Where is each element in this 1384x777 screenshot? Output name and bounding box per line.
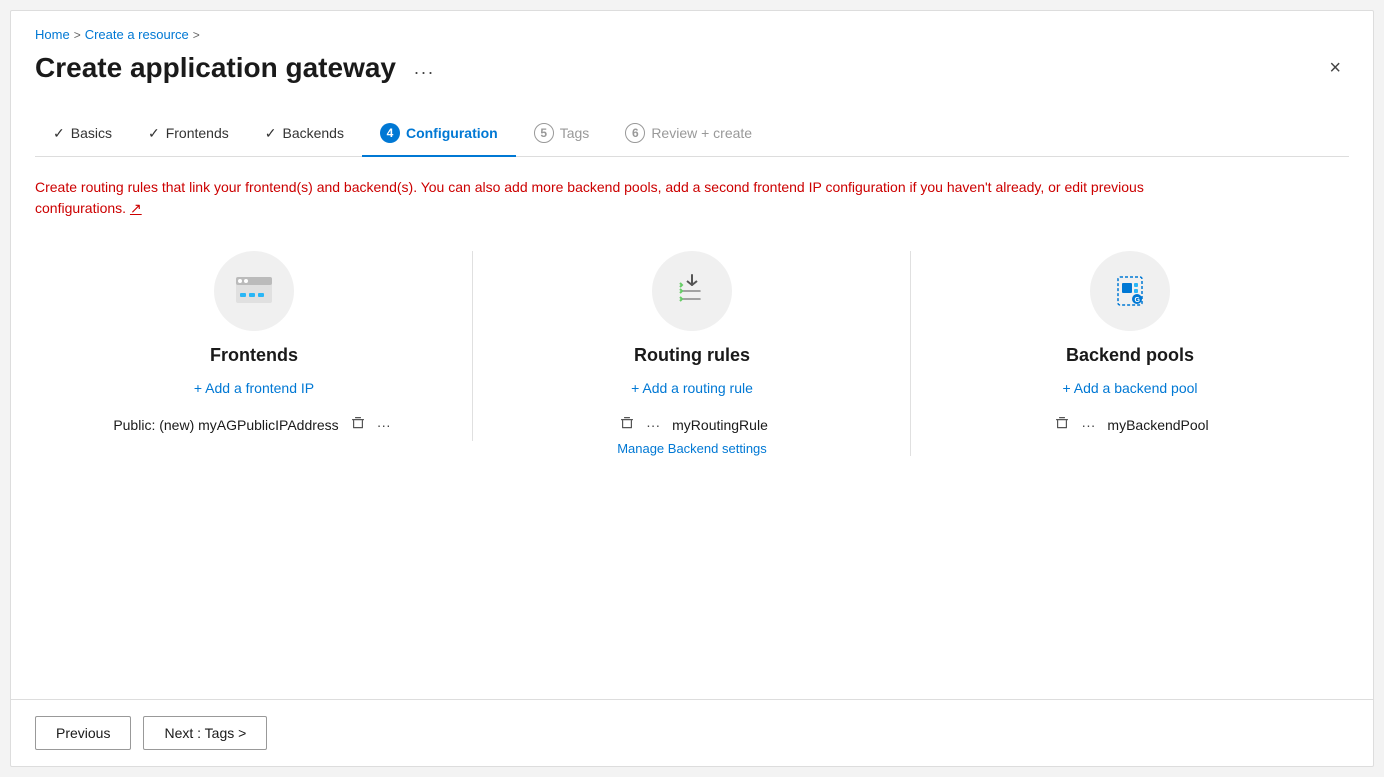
tab-configuration-label: Configuration: [406, 125, 498, 141]
backend-pools-icon-circle: G: [1090, 251, 1170, 331]
backend-pool-delete-button[interactable]: [1051, 414, 1073, 435]
panel-header: Home > Create a resource > Create applic…: [11, 11, 1373, 92]
breadcrumb-sep1: >: [74, 28, 81, 42]
routing-rules-column: Routing rules + Add a routing rule: [473, 251, 911, 456]
frontend-more-button[interactable]: ···: [373, 415, 395, 435]
tab-frontends-label: Frontends: [166, 125, 229, 141]
frontends-column: Frontends + Add a frontend IP Public: (n…: [35, 251, 473, 441]
tab-review-create-label: Review + create: [651, 125, 752, 141]
routing-rule-delete-button[interactable]: [616, 414, 638, 435]
close-button[interactable]: ×: [1321, 53, 1349, 84]
title-left: Create application gateway ...: [35, 52, 441, 84]
routing-rule-item-actions: ···: [616, 414, 664, 435]
frontends-icon-circle: [214, 251, 294, 331]
tab-backends[interactable]: ✓ Backends: [247, 115, 362, 156]
tab-tags-label: Tags: [560, 125, 590, 141]
routing-rule-item-label: myRoutingRule: [672, 417, 768, 433]
tab-tags-num: 5: [534, 123, 554, 143]
add-backend-pool-link[interactable]: + Add a backend pool: [1062, 380, 1197, 396]
tab-backends-label: Backends: [282, 125, 343, 141]
page-title: Create application gateway: [35, 52, 396, 84]
backend-pool-item-actions: ···: [1051, 414, 1099, 435]
routing-rule-item-row: ··· myRoutingRule: [493, 414, 891, 435]
routing-rule-more-button[interactable]: ···: [642, 415, 664, 435]
external-link[interactable]: ↗: [130, 200, 142, 216]
breadcrumb-create-resource[interactable]: Create a resource: [85, 27, 189, 42]
manage-backend-settings-link[interactable]: Manage Backend settings: [617, 441, 767, 456]
tab-frontends-check: ✓: [148, 125, 160, 142]
routing-rules-title: Routing rules: [634, 345, 750, 366]
frontend-item-actions: ···: [347, 414, 395, 435]
backend-pool-more-button[interactable]: ···: [1077, 415, 1099, 435]
breadcrumb: Home > Create a resource >: [35, 27, 1349, 42]
tab-backends-check: ✓: [265, 125, 277, 142]
tab-basics[interactable]: ✓ Basics: [35, 115, 130, 156]
frontends-title: Frontends: [210, 345, 298, 366]
backend-pools-title: Backend pools: [1066, 345, 1194, 366]
tab-review-create[interactable]: 6 Review + create: [607, 113, 770, 157]
tab-review-create-num: 6: [625, 123, 645, 143]
title-row: Create application gateway ... ×: [35, 52, 1349, 84]
columns-container: Frontends + Add a frontend IP Public: (n…: [35, 251, 1349, 456]
frontend-delete-button[interactable]: [347, 414, 369, 435]
frontend-item-row: Public: (new) myAGPublicIPAddress ··: [55, 414, 453, 435]
breadcrumb-sep2: >: [193, 28, 200, 42]
routing-rules-icon-circle: [652, 251, 732, 331]
tab-frontends[interactable]: ✓ Frontends: [130, 115, 247, 156]
panel-footer: Previous Next : Tags >: [11, 699, 1373, 766]
panel-content: ✓ Basics ✓ Frontends ✓ Backends 4 Config…: [11, 92, 1373, 699]
tabs-bar: ✓ Basics ✓ Frontends ✓ Backends 4 Config…: [35, 112, 1349, 157]
tab-basics-label: Basics: [71, 125, 112, 141]
previous-button[interactable]: Previous: [35, 716, 131, 750]
backend-pools-column: G Backend pools + Add a backend pool: [911, 251, 1349, 441]
backend-pool-item-row: ··· myBackendPool: [931, 414, 1329, 435]
tab-tags[interactable]: 5 Tags: [516, 113, 608, 157]
more-options-button[interactable]: ...: [408, 56, 441, 81]
description-text: Create routing rules that link your fron…: [35, 177, 1235, 219]
breadcrumb-home[interactable]: Home: [35, 27, 70, 42]
add-frontend-ip-link[interactable]: + Add a frontend IP: [194, 380, 314, 396]
next-button[interactable]: Next : Tags >: [143, 716, 267, 750]
frontend-item-label: Public: (new) myAGPublicIPAddress: [113, 417, 338, 433]
add-routing-rule-link[interactable]: + Add a routing rule: [631, 380, 753, 396]
create-gateway-panel: Home > Create a resource > Create applic…: [10, 10, 1374, 767]
tab-basics-check: ✓: [53, 125, 65, 142]
svg-text:G: G: [1135, 297, 1141, 304]
tab-configuration-num: 4: [380, 123, 400, 143]
backend-pool-item-label: myBackendPool: [1107, 417, 1208, 433]
tab-configuration[interactable]: 4 Configuration: [362, 113, 516, 157]
